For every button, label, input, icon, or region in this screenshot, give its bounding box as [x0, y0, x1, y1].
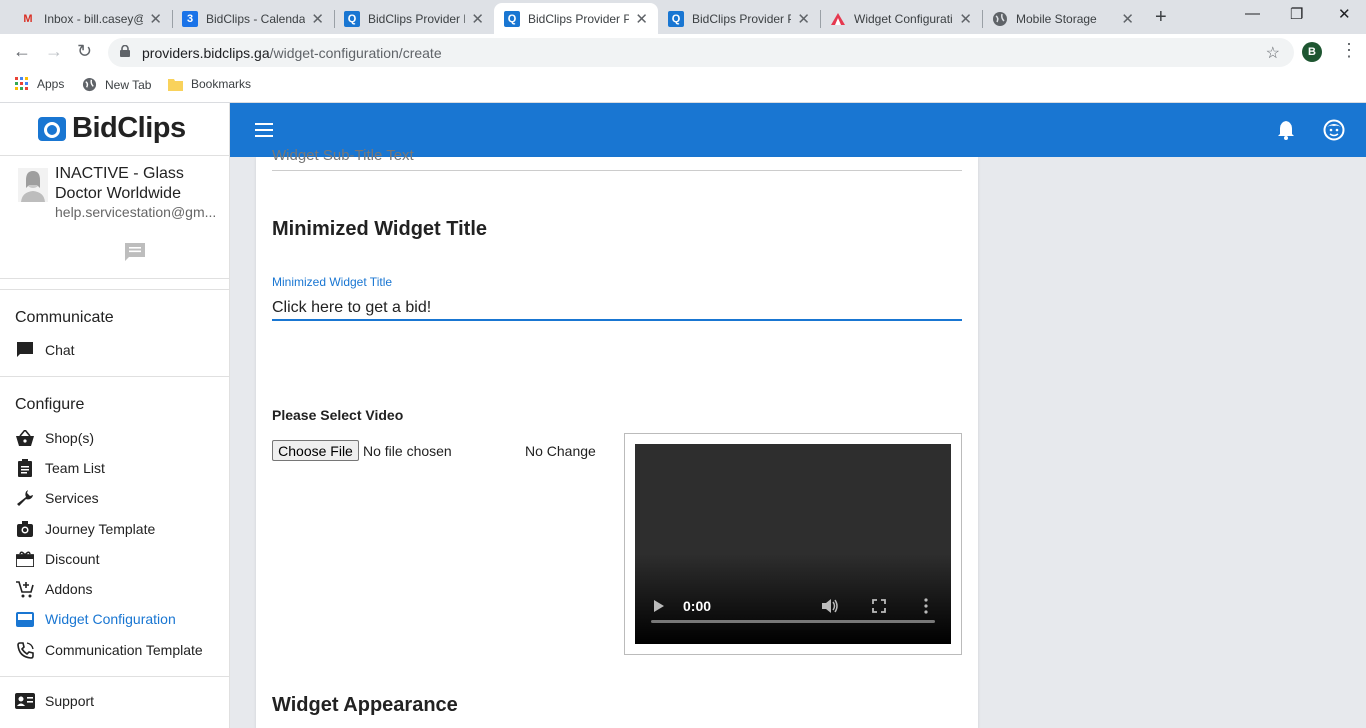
- minimized-widget-title-label: Minimized Widget Title: [272, 275, 393, 289]
- bookmark-new-tab[interactable]: New Tab: [82, 77, 151, 92]
- sidebar-item-widget-configuration[interactable]: Widget Configuration: [15, 609, 176, 629]
- new-tab-button[interactable]: +: [1155, 6, 1167, 29]
- bidclips-logo-icon: [38, 116, 66, 141]
- fullscreen-icon[interactable]: [872, 599, 886, 613]
- video-player[interactable]: 0:00: [635, 444, 951, 644]
- forward-icon[interactable]: →: [45, 41, 63, 62]
- close-window-icon[interactable]: ✕: [1338, 5, 1351, 23]
- close-icon[interactable]: ✕: [635, 10, 648, 28]
- close-icon[interactable]: ✕: [149, 10, 162, 28]
- account-avatar: [18, 168, 48, 202]
- wrench-icon: [15, 489, 35, 507]
- menu-icon[interactable]: [255, 123, 273, 137]
- widget-appearance-heading: Widget Appearance: [272, 694, 458, 716]
- bidclips-icon: Q: [344, 10, 360, 27]
- widget-icon: [830, 11, 846, 27]
- restore-window-icon[interactable]: ❐: [1290, 5, 1303, 23]
- profile-avatar[interactable]: B: [1302, 42, 1322, 62]
- basket-icon: [15, 429, 35, 447]
- user-account-icon[interactable]: [1323, 119, 1345, 141]
- cart-plus-icon: [15, 580, 35, 598]
- browser-menu-icon[interactable]: ⋮: [1340, 40, 1358, 61]
- video-progress-bar[interactable]: [651, 620, 935, 623]
- close-icon[interactable]: ✕: [471, 10, 484, 28]
- bookmarks-bar: Apps New Tab Bookmarks: [0, 71, 1366, 103]
- message-icon[interactable]: [124, 242, 146, 262]
- select-video-label: Please Select Video: [272, 407, 404, 423]
- close-icon[interactable]: ✕: [1121, 10, 1134, 28]
- minimized-widget-title-input[interactable]: [272, 297, 962, 321]
- gmail-icon: M: [23, 12, 33, 25]
- video-time: 0:00: [683, 598, 712, 614]
- section-heading-configure: Configure: [15, 396, 85, 413]
- play-icon[interactable]: [653, 599, 665, 613]
- reload-icon[interactable]: ↻: [77, 41, 92, 62]
- minimize-window-icon[interactable]: —: [1245, 5, 1260, 22]
- camera-icon: [15, 520, 35, 538]
- bookmark-folder[interactable]: Bookmarks: [168, 77, 251, 91]
- clipboard-icon: [15, 459, 35, 477]
- account-email: help.servicestation@gm...: [55, 204, 217, 220]
- widget-icon: [15, 610, 35, 628]
- bookmark-star-icon[interactable]: ☆: [1266, 43, 1280, 63]
- account-name: INACTIVE - Glass Doctor Worldwide: [55, 165, 184, 202]
- back-icon[interactable]: ←: [13, 41, 31, 62]
- minimized-widget-title-heading: Minimized Widget Title: [272, 218, 488, 240]
- sidebar-item-services[interactable]: Services: [15, 488, 99, 508]
- url-text: providers.bidclips.ga/widget-configurati…: [142, 45, 442, 61]
- browser-tab[interactable]: M Inbox - bill.casey@ ✕: [10, 3, 172, 34]
- close-icon[interactable]: ✕: [797, 10, 810, 28]
- volume-icon[interactable]: [821, 598, 839, 614]
- browser-tab[interactable]: Q BidClips Provider P ✕: [658, 3, 820, 34]
- apps-grid-icon: [15, 77, 28, 90]
- widget-sub-title-field[interactable]: Widget Sub-Title Text: [272, 145, 962, 171]
- phone-icon: [15, 641, 35, 659]
- no-change-text: No Change: [525, 443, 596, 459]
- browser-tab[interactable]: Widget Configurati ✕: [820, 3, 982, 34]
- sidebar-item-discount[interactable]: Discount: [15, 549, 99, 569]
- browser-tabstrip: M Inbox - bill.casey@ ✕ 3 BidClips - Cal…: [0, 0, 1366, 34]
- choose-file-button[interactable]: Choose File: [272, 440, 359, 461]
- close-icon[interactable]: ✕: [959, 10, 972, 28]
- file-status-text: No file chosen: [363, 443, 452, 459]
- sidebar-item-shops[interactable]: Shop(s): [15, 428, 94, 448]
- browser-toolbar: ← → ↻ providers.bidclips.ga/widget-confi…: [0, 34, 1366, 71]
- bookmark-apps[interactable]: Apps: [15, 77, 64, 91]
- sidebar-item-addons[interactable]: Addons: [15, 579, 92, 599]
- sidebar-item-chat[interactable]: Chat: [15, 340, 75, 360]
- bidclips-logo[interactable]: BidClips: [38, 112, 186, 145]
- sidebar-item-communication-template[interactable]: Communication Template: [15, 640, 203, 660]
- close-icon[interactable]: ✕: [311, 10, 324, 28]
- chat-icon: [15, 341, 35, 359]
- folder-icon: [168, 78, 183, 91]
- lock-icon: [120, 45, 130, 57]
- sidebar-item-support[interactable]: Support: [15, 691, 94, 711]
- bidclips-icon: Q: [504, 10, 520, 27]
- sidebar-item-team-list[interactable]: Team List: [15, 458, 105, 478]
- gift-icon: [15, 550, 35, 568]
- browser-tab[interactable]: Q BidClips Provider P ✕: [334, 3, 494, 34]
- notification-bell-icon[interactable]: [1277, 120, 1295, 140]
- browser-tab-active[interactable]: Q BidClips Provider P ✕: [494, 3, 658, 34]
- section-heading-communicate: Communicate: [15, 309, 114, 326]
- more-options-icon[interactable]: [924, 598, 928, 614]
- sidebar: BidClips INACTIVE - Glass Doctor Worldwi…: [0, 103, 230, 728]
- globe-icon: [992, 11, 1008, 27]
- browser-tab[interactable]: 3 BidClips - Calenda ✕: [172, 3, 334, 34]
- globe-icon: [82, 77, 97, 92]
- bidclips-icon: Q: [668, 10, 684, 27]
- browser-tab[interactable]: Mobile Storage ✕: [982, 3, 1144, 34]
- sidebar-item-journey-template[interactable]: Journey Template: [15, 519, 155, 539]
- calendar-icon: 3: [182, 10, 198, 27]
- video-preview-frame: 0:00: [624, 433, 962, 655]
- address-bar[interactable]: providers.bidclips.ga/widget-configurati…: [108, 38, 1294, 67]
- contact-card-icon: [15, 692, 35, 710]
